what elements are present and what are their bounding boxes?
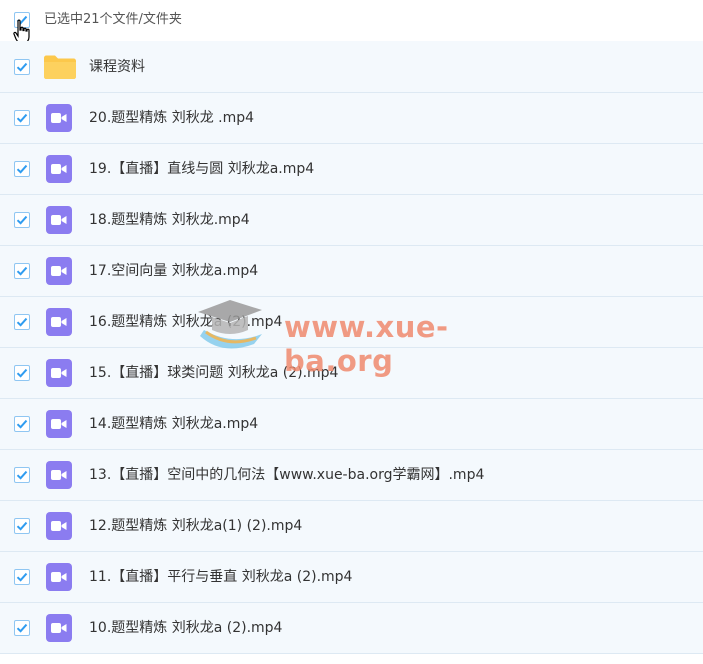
video-file-icon (46, 104, 72, 132)
item-name[interactable]: 19.【直播】直线与圆 刘秋龙a.mp4 (89, 160, 314, 178)
item-checkbox[interactable] (14, 416, 30, 432)
check-icon (16, 62, 28, 72)
selection-header: 已选中21个文件/文件夹 (0, 0, 703, 44)
video-file-icon (46, 206, 72, 234)
item-checkbox[interactable] (14, 314, 30, 330)
video-file-icon (46, 257, 72, 285)
item-checkbox[interactable] (14, 569, 30, 585)
item-checkbox[interactable] (14, 110, 30, 126)
list-item[interactable]: 14.题型精炼 刘秋龙a.mp4 (0, 399, 703, 450)
list-item[interactable]: 11.【直播】平行与垂直 刘秋龙a (2).mp4 (0, 552, 703, 603)
check-icon (16, 317, 28, 327)
check-icon (16, 572, 28, 582)
item-name[interactable]: 课程资料 (89, 58, 145, 76)
check-icon (16, 266, 28, 276)
list-item[interactable]: 10.题型精炼 刘秋龙a (2).mp4 (0, 603, 703, 654)
item-name[interactable]: 13.【直播】空间中的几何法【www.xue-ba.org学霸网】.mp4 (89, 466, 484, 484)
check-icon (16, 623, 28, 633)
list-item[interactable]: 12.题型精炼 刘秋龙a(1) (2).mp4 (0, 501, 703, 552)
video-file-icon (46, 410, 72, 438)
video-file-icon (46, 512, 72, 540)
folder-icon (44, 55, 76, 79)
item-name[interactable]: 12.题型精炼 刘秋龙a(1) (2).mp4 (89, 517, 302, 535)
video-file-icon (46, 155, 72, 183)
list-item[interactable]: 19.【直播】直线与圆 刘秋龙a.mp4 (0, 144, 703, 195)
item-name[interactable]: 15.【直播】球类问题 刘秋龙a (2).mp4 (89, 364, 338, 382)
list-item[interactable]: 课程资料 (0, 41, 703, 93)
check-icon (16, 113, 28, 123)
item-checkbox[interactable] (14, 212, 30, 228)
check-icon (16, 419, 28, 429)
file-list: 课程资料 20.题型精炼 刘秋龙 .mp4 19.【直播】直线与圆 刘秋龙a.m… (0, 41, 703, 654)
item-name[interactable]: 20.题型精炼 刘秋龙 .mp4 (89, 109, 254, 127)
item-checkbox[interactable] (14, 467, 30, 483)
item-name[interactable]: 18.题型精炼 刘秋龙.mp4 (89, 211, 250, 229)
video-file-icon (46, 308, 72, 336)
item-name[interactable]: 17.空间向量 刘秋龙a.mp4 (89, 262, 258, 280)
check-icon (16, 521, 28, 531)
list-item[interactable]: 16.题型精炼 刘秋龙a (2).mp4 (0, 297, 703, 348)
item-checkbox[interactable] (14, 365, 30, 381)
item-name[interactable]: 16.题型精炼 刘秋龙a (2).mp4 (89, 313, 282, 331)
item-checkbox[interactable] (14, 620, 30, 636)
list-item[interactable]: 20.题型精炼 刘秋龙 .mp4 (0, 93, 703, 144)
check-icon (16, 215, 28, 225)
list-item[interactable]: 13.【直播】空间中的几何法【www.xue-ba.org学霸网】.mp4 (0, 450, 703, 501)
selection-count-label: 已选中21个文件/文件夹 (44, 12, 182, 27)
check-icon (16, 164, 28, 174)
item-name[interactable]: 11.【直播】平行与垂直 刘秋龙a (2).mp4 (89, 568, 352, 586)
list-item[interactable]: 15.【直播】球类问题 刘秋龙a (2).mp4 (0, 348, 703, 399)
item-name[interactable]: 14.题型精炼 刘秋龙a.mp4 (89, 415, 258, 433)
list-item[interactable]: 17.空间向量 刘秋龙a.mp4 (0, 246, 703, 297)
item-checkbox[interactable] (14, 58, 30, 75)
check-icon (16, 368, 28, 378)
item-name[interactable]: 10.题型精炼 刘秋龙a (2).mp4 (89, 619, 282, 637)
video-file-icon (46, 461, 72, 489)
item-checkbox[interactable] (14, 161, 30, 177)
check-icon (16, 470, 28, 480)
video-file-icon (46, 563, 72, 591)
video-file-icon (46, 614, 72, 642)
item-checkbox[interactable] (14, 263, 30, 279)
item-checkbox[interactable] (14, 518, 30, 534)
video-file-icon (46, 359, 72, 387)
list-item[interactable]: 18.题型精炼 刘秋龙.mp4 (0, 195, 703, 246)
